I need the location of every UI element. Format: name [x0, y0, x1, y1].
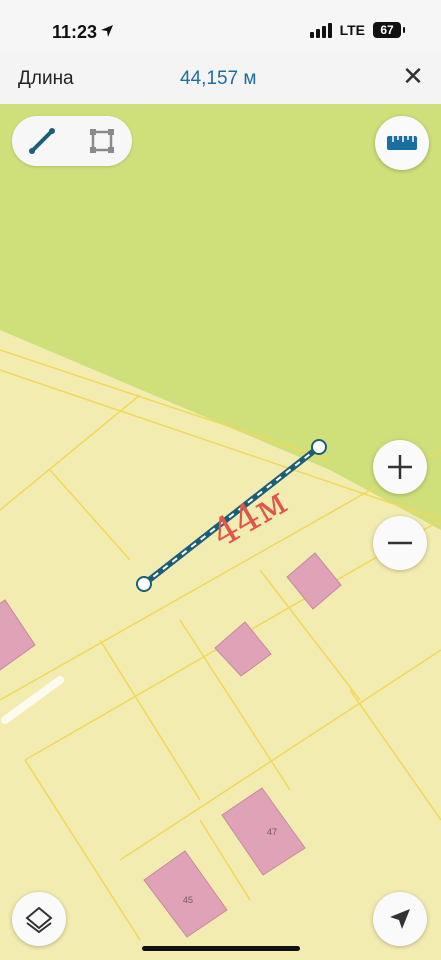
- navigation-arrow-icon: [390, 909, 410, 929]
- minus-icon: [388, 541, 412, 545]
- plus-icon: [388, 455, 412, 479]
- layers-icon: [25, 906, 53, 934]
- status-time: 11:23: [52, 22, 98, 42]
- network-label: LTE: [339, 22, 365, 38]
- home-indicator: [142, 946, 300, 951]
- zoom-out-button[interactable]: [373, 516, 427, 570]
- signal-icon: [309, 22, 332, 38]
- battery-level: 67: [380, 23, 394, 37]
- status-bar: 11:23 LTE 67: [0, 0, 441, 52]
- measure-start-point[interactable]: [136, 576, 152, 592]
- measure-header: Длина 44,157 м ✕: [0, 52, 441, 105]
- measure-end-point[interactable]: [311, 439, 327, 455]
- ruler-icon: [387, 136, 417, 150]
- close-button[interactable]: ✕: [401, 63, 425, 89]
- polygon-area-icon[interactable]: [84, 123, 120, 159]
- measure-mode-switch: [12, 116, 132, 166]
- header-title: Длина: [18, 68, 74, 89]
- status-right: LTE 67: [309, 22, 405, 38]
- distance-value: 44,157 м: [180, 68, 257, 89]
- my-location-button[interactable]: [373, 892, 427, 946]
- location-arrow-icon: [101, 25, 113, 37]
- parcel-label: 47: [267, 827, 277, 837]
- zoom-in-button[interactable]: [373, 440, 427, 494]
- layers-button[interactable]: [12, 892, 66, 946]
- parcel-label: 45: [183, 895, 193, 905]
- line-ruler-icon[interactable]: [24, 123, 60, 159]
- ruler-button[interactable]: [375, 116, 429, 170]
- battery-icon: 67: [373, 22, 405, 38]
